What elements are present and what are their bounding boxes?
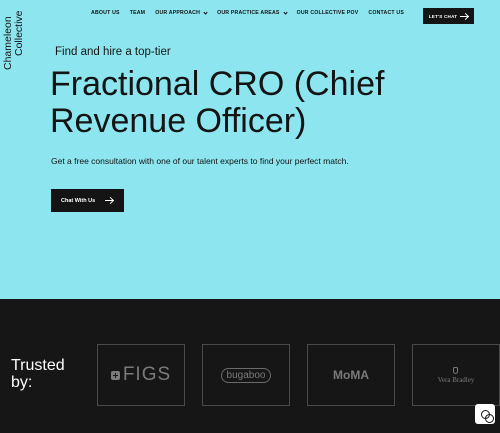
nav-item-label: OUR COLLECTIVE POV <box>296 10 359 16</box>
nav-item-about-us[interactable]: ABOUT US <box>91 10 120 16</box>
trusted-by-label: Trusted by: <box>11 357 65 391</box>
client-logo-moma: MoMA <box>307 344 395 406</box>
chat-with-us-button[interactable]: Chat With Us <box>51 189 124 212</box>
figs-mark-icon <box>110 370 120 380</box>
chevron-down-icon <box>282 9 288 15</box>
hero-subtext: Get a free consultation with one of our … <box>51 156 349 166</box>
lets-chat-button[interactable]: LET'S CHAT <box>423 8 474 24</box>
chat-widget-icon <box>480 409 494 423</box>
nav-item-collective-pov[interactable]: OUR COLLECTIVE POV <box>297 10 359 16</box>
nav-item-our-approach[interactable]: OUR APPROACH <box>155 9 208 16</box>
chevron-down-icon <box>203 9 208 15</box>
nav-item-contact-us[interactable]: CONTACT US <box>368 10 404 16</box>
hero-kicker: Find and hire a top-tier <box>55 46 171 58</box>
chat-with-us-label: Chat With Us <box>61 197 96 204</box>
nav-item-label: OUR PRACTICE AREAS <box>217 10 280 16</box>
client-logo-text: Vera Bradley <box>437 375 475 384</box>
hero-section <box>0 0 500 299</box>
client-logos: FIGS bugaboo MoMA Vera Bradley <box>97 344 500 406</box>
client-logo-text: FIGS <box>122 364 172 385</box>
client-logo-figs: FIGS <box>97 344 185 406</box>
arrow-right-icon <box>460 15 469 17</box>
brand-logo[interactable]: Chameleon Collective <box>2 8 28 70</box>
chat-widget-button[interactable] <box>475 404 495 424</box>
client-logo-text: MoMA <box>333 368 369 382</box>
nav-item-team[interactable]: TEAM <box>130 10 146 16</box>
nav-item-practice-areas[interactable]: OUR PRACTICE AREAS <box>217 9 288 16</box>
client-logo-vera-bradley: Vera Bradley <box>412 344 500 406</box>
nav-item-label: TEAM <box>129 10 146 16</box>
client-logo-bugaboo: bugaboo <box>202 344 290 406</box>
nav-item-label: ABOUT US <box>91 10 120 16</box>
arrow-right-icon <box>105 200 114 201</box>
main-nav: ABOUT US TEAM OUR APPROACH OUR PRACTICE … <box>91 9 404 16</box>
lets-chat-label: LET'S CHAT <box>428 13 458 19</box>
page-title: Fractional CRO (Chief Revenue Officer) <box>50 65 385 140</box>
nav-item-label: OUR APPROACH <box>155 10 201 16</box>
client-logo-text: bugaboo <box>220 367 272 383</box>
vera-bradley-crest-icon <box>453 366 459 374</box>
nav-item-label: CONTACT US <box>368 10 405 16</box>
brand-name-line2: Collective <box>13 10 25 56</box>
